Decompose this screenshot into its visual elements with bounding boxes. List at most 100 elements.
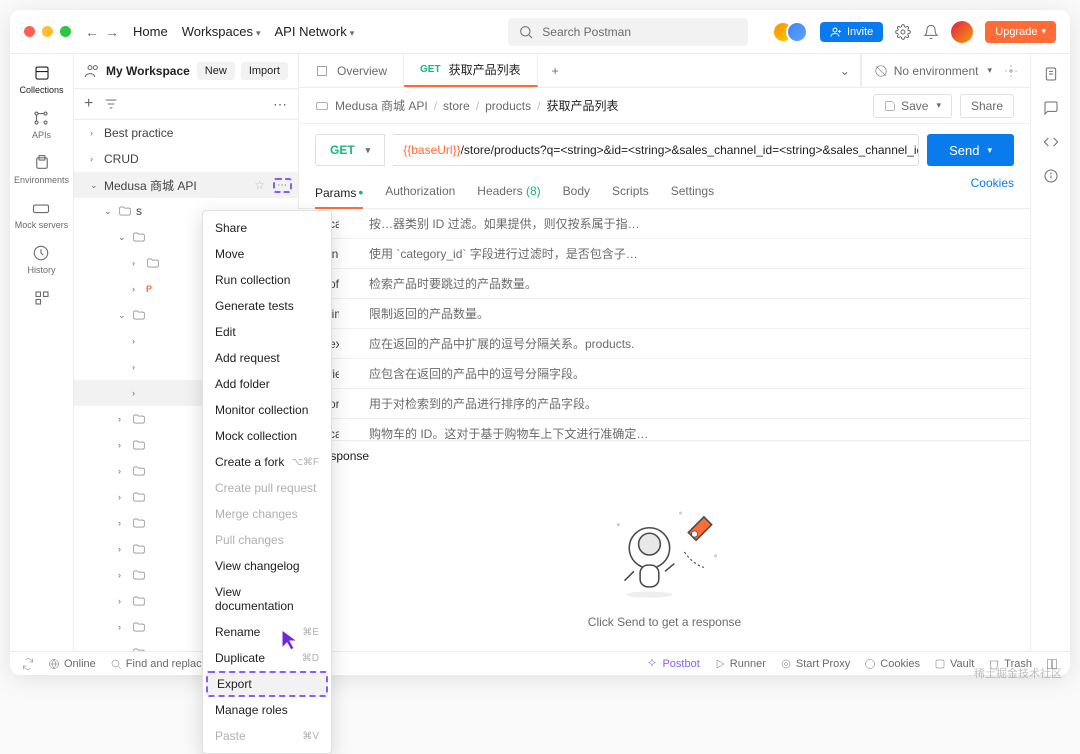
param-value[interactable] — [339, 329, 359, 359]
code-icon[interactable] — [1043, 134, 1059, 150]
param-row[interactable]: cart_id购物车的 ID。这对于基于购物车上下文进行准确定… — [299, 419, 1030, 441]
rail-collections[interactable]: Collections — [19, 64, 63, 95]
menu-item-manage-roles[interactable]: Manage roles — [203, 697, 331, 723]
reqtab-headers[interactable]: Headers (8) — [477, 176, 540, 208]
star-icon[interactable]: ☆ — [254, 178, 265, 192]
tree-item-crud[interactable]: ›CRUD — [74, 146, 298, 172]
save-button[interactable]: Save▾ — [873, 94, 952, 118]
reqtab-scripts[interactable]: Scripts — [612, 176, 649, 208]
menu-item-edit[interactable]: Edit — [203, 319, 331, 345]
footer-postbot[interactable]: Postbot — [646, 658, 699, 670]
tab-overview[interactable]: Overview — [299, 54, 404, 87]
collection-more-icon[interactable]: ⋯ — [273, 178, 292, 193]
crumb[interactable]: Medusa 商城 API — [335, 97, 428, 114]
rail-more[interactable] — [33, 289, 51, 307]
tree-item-best-practice[interactable]: ›Best practice — [74, 120, 298, 146]
menu-item-move[interactable]: Move — [203, 241, 331, 267]
reqtab-settings[interactable]: Settings — [671, 176, 714, 208]
param-desc[interactable]: 用于对检索到的产品进行排序的产品字段。 — [359, 389, 1030, 419]
window-controls[interactable] — [24, 26, 71, 37]
menu-item-export[interactable]: Export — [206, 671, 328, 697]
param-desc[interactable]: 按…器类别 ID 过滤。如果提供，则仅按系属于指… — [359, 209, 1030, 239]
footer-runner[interactable]: Runner — [714, 658, 766, 670]
param-value[interactable] — [339, 209, 359, 239]
menu-item-create-a-fork[interactable]: Create a fork⌥⌘F — [203, 449, 331, 475]
param-row[interactable]: offset检索产品时要跳过的产品数量。 — [299, 269, 1030, 299]
new-button[interactable]: New — [197, 62, 235, 80]
nav-arrows[interactable]: ←→ — [85, 24, 119, 40]
tab-request[interactable]: GET获取产品列表 — [404, 54, 538, 87]
param-desc[interactable]: 限制返回的产品数量。 — [359, 299, 1030, 329]
info-icon[interactable] — [1043, 168, 1059, 184]
footer-vault[interactable]: Vault — [934, 658, 974, 670]
param-value[interactable] — [339, 299, 359, 329]
param-value[interactable] — [339, 359, 359, 389]
menu-item-rename[interactable]: Rename⌘E — [203, 619, 331, 645]
footer-cookies[interactable]: Cookies — [864, 658, 920, 670]
footer-sync[interactable] — [22, 658, 34, 670]
param-row[interactable]: fields应包含在返回的产品中的逗号分隔字段。 — [299, 359, 1030, 389]
crumb[interactable]: products — [485, 99, 531, 113]
tree-item-medusa[interactable]: ⌄Medusa 商城 API☆⋯ — [74, 172, 298, 198]
tab-add[interactable]: + — [538, 54, 573, 87]
param-desc[interactable]: 使用 `category_id` 字段进行过滤时，是否包含子… — [359, 239, 1030, 269]
footer-proxy[interactable]: Start Proxy — [780, 658, 850, 670]
rail-history[interactable]: History — [27, 244, 55, 275]
param-row[interactable]: limit限制返回的产品数量。 — [299, 299, 1030, 329]
menu-item-monitor-collection[interactable]: Monitor collection — [203, 397, 331, 423]
settings-icon[interactable] — [895, 24, 911, 40]
rail-apis[interactable]: APIs — [32, 109, 51, 140]
upgrade-button[interactable]: Upgrade▾ — [985, 21, 1056, 43]
method-selector[interactable]: GET▾ — [315, 134, 385, 166]
nav-workspaces[interactable]: Workspaces▾ — [182, 24, 261, 39]
menu-item-add-folder[interactable]: Add folder — [203, 371, 331, 397]
tab-overflow[interactable]: ⌄ — [573, 54, 861, 87]
menu-item-share[interactable]: Share — [203, 215, 331, 241]
param-desc[interactable]: 应在返回的产品中扩展的逗号分隔关系。products. — [359, 329, 1030, 359]
menu-item-add-request[interactable]: Add request — [203, 345, 331, 371]
menu-item-run-collection[interactable]: Run collection — [203, 267, 331, 293]
param-value[interactable] — [339, 419, 359, 441]
param-row[interactable]: include_category_children使用 `category_id… — [299, 239, 1030, 269]
menu-item-duplicate[interactable]: Duplicate⌘D — [203, 645, 331, 671]
rail-mock[interactable]: Mock servers — [15, 199, 69, 230]
param-row[interactable]: category_id按…器类别 ID 过滤。如果提供，则仅按系属于指… — [299, 209, 1030, 239]
environment-selector[interactable]: No environment▾ — [861, 54, 1030, 87]
reqtab-params[interactable]: Params• — [315, 176, 363, 208]
reqtab-auth[interactable]: Authorization — [385, 176, 455, 208]
comments-icon[interactable] — [1043, 100, 1059, 116]
param-row[interactable]: expand应在返回的产品中扩展的逗号分隔关系。products. — [299, 329, 1030, 359]
param-desc[interactable]: 应包含在返回的产品中的逗号分隔字段。 — [359, 359, 1030, 389]
sidebar-more-icon[interactable]: ⋯ — [273, 96, 288, 113]
add-collection-button[interactable]: + — [84, 95, 93, 113]
cookies-link[interactable]: Cookies — [971, 176, 1014, 208]
menu-item-view-documentation[interactable]: View documentation — [203, 579, 331, 619]
menu-item-generate-tests[interactable]: Generate tests — [203, 293, 331, 319]
user-avatar[interactable] — [951, 21, 973, 43]
nav-home[interactable]: Home — [133, 24, 168, 39]
import-button[interactable]: Import — [241, 62, 288, 80]
param-row[interactable]: order用于对检索到的产品进行排序的产品字段。 — [299, 389, 1030, 419]
param-value[interactable] — [339, 269, 359, 299]
presence-avatars[interactable] — [772, 21, 808, 43]
filter-icon[interactable] — [103, 96, 119, 112]
rail-environments[interactable]: Environments — [14, 154, 69, 185]
nav-api-network[interactable]: API Network▾ — [275, 24, 355, 39]
share-button[interactable]: Share — [960, 94, 1014, 118]
reqtab-body[interactable]: Body — [563, 176, 590, 208]
param-value[interactable] — [339, 389, 359, 419]
param-value[interactable] — [339, 239, 359, 269]
send-button[interactable]: Send▾ — [927, 134, 1014, 166]
menu-item-view-changelog[interactable]: View changelog — [203, 553, 331, 579]
param-desc[interactable]: 购物车的 ID。这对于基于购物车上下文进行准确定… — [359, 419, 1030, 441]
footer-online[interactable]: Online — [48, 658, 96, 670]
footer-find[interactable]: Find and replace — [110, 658, 208, 670]
notifications-icon[interactable] — [923, 24, 939, 40]
search-input[interactable]: Search Postman — [508, 18, 748, 46]
param-desc[interactable]: 检索产品时要跳过的产品数量。 — [359, 269, 1030, 299]
invite-button[interactable]: Invite — [820, 22, 883, 42]
docs-icon[interactable] — [1043, 66, 1059, 82]
crumb[interactable]: store — [443, 99, 470, 113]
menu-item-mock-collection[interactable]: Mock collection — [203, 423, 331, 449]
url-input[interactable]: {{baseUrl}}/store/products?q=<string>&id… — [393, 134, 919, 166]
